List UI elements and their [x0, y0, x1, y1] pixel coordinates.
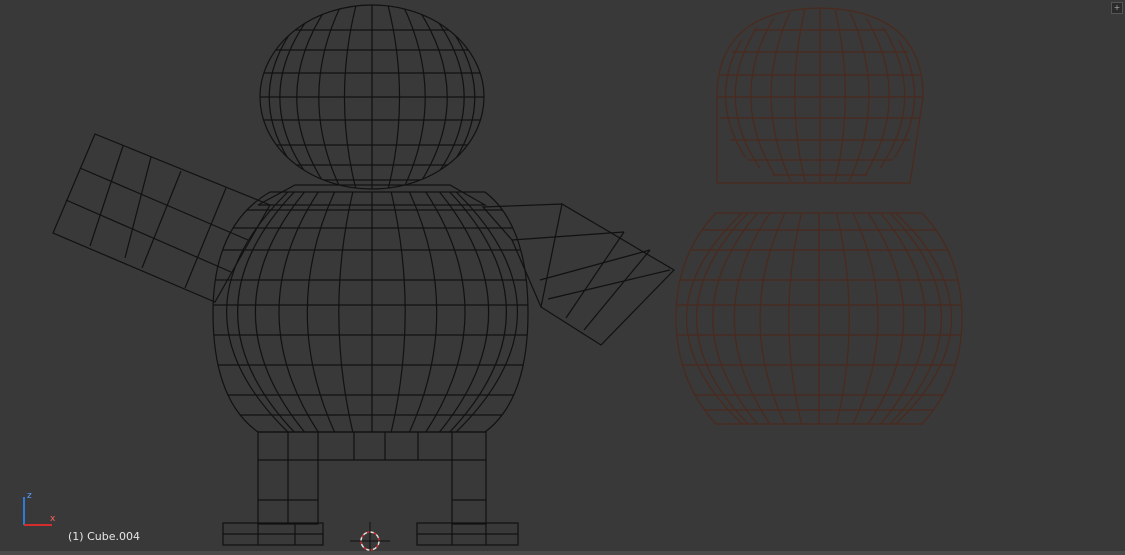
body-mesh	[212, 191, 529, 433]
left-arm-mesh	[52, 133, 271, 303]
left-leg-mesh	[222, 431, 324, 546]
mesh-edge	[852, 213, 879, 424]
mesh-edge	[847, 9, 870, 184]
mesh-edge	[835, 213, 850, 424]
mesh-edge	[834, 9, 846, 184]
mesh-edge	[889, 213, 942, 424]
mesh-edge	[733, 213, 771, 424]
mesh-edge	[750, 9, 781, 184]
mesh-edge	[859, 9, 890, 184]
mesh-edge	[696, 213, 749, 424]
mesh-edge	[759, 213, 786, 424]
mesh-edge	[770, 9, 793, 184]
scene-wireframe[interactable]: z x	[0, 0, 1125, 555]
3d-viewport[interactable]: z x (1) Cube.004 +	[0, 0, 1125, 555]
mesh-edge	[725, 9, 766, 184]
active-object-label: (1) Cube.004	[68, 530, 140, 543]
viewport-bottom-edge	[0, 551, 1125, 555]
head-part-mesh	[716, 7, 924, 184]
mesh-edge	[788, 213, 803, 424]
mesh-edge	[794, 9, 806, 184]
view-axes-icon: z x	[23, 491, 56, 526]
mesh-edge	[874, 9, 915, 184]
body-part-mesh	[675, 212, 963, 425]
axis-z-label: z	[27, 491, 32, 501]
mesh-edge	[712, 213, 759, 424]
mesh-edge	[879, 213, 926, 424]
right-leg-mesh	[416, 431, 519, 546]
mesh-edge	[867, 213, 905, 424]
area-split-icon[interactable]: +	[1111, 2, 1123, 14]
head-mesh	[259, 4, 485, 190]
axis-x-label: x	[50, 514, 56, 524]
character-mesh	[52, 4, 675, 546]
